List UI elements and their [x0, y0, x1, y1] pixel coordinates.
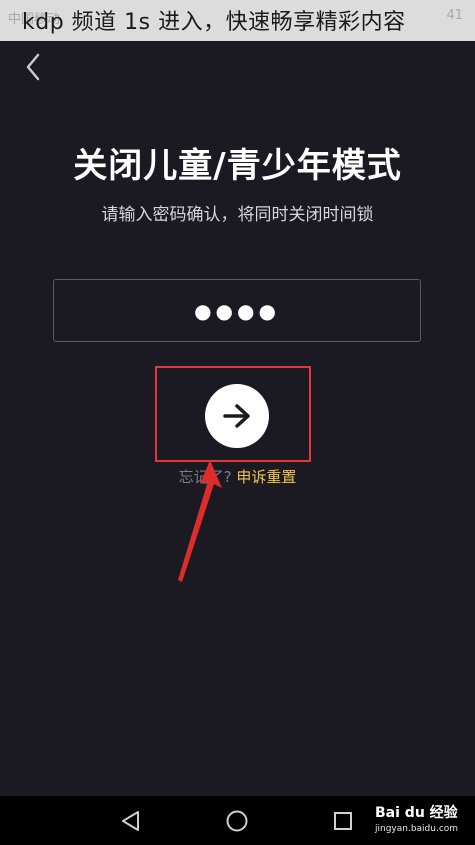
chevron-left-icon — [26, 53, 40, 81]
banner-title: kdp 频道 1s 进入，快速畅享精彩内容 — [22, 10, 406, 35]
nav-back-button[interactable] — [116, 806, 146, 836]
forgot-row: 忘记了? 申诉重置 — [0, 466, 475, 487]
reset-link[interactable]: 申诉重置 — [236, 468, 296, 486]
back-button[interactable] — [18, 50, 48, 84]
circle-home-icon — [226, 810, 248, 832]
square-recent-icon — [334, 812, 352, 830]
top-banner: 中国移动 ⏲ 41 kdp 频道 1s 进入，快速畅享精彩内容 — [0, 0, 475, 41]
page-title: 关闭儿童/青少年模式 — [73, 146, 402, 186]
triangle-back-icon — [122, 811, 139, 831]
watermark-url: jingyan.baidu.com — [375, 824, 459, 834]
status-time: 41 — [446, 8, 463, 23]
arrow-right-icon — [223, 404, 250, 428]
password-field[interactable]: ●●●● — [53, 279, 421, 342]
page-subtitle: 请输入密码确认，将同时关闭时间锁 — [101, 205, 374, 225]
nav-home-button[interactable] — [222, 806, 252, 836]
confirm-button[interactable] — [205, 384, 269, 448]
watermark: Bai du 经验 jingyan.baidu.com — [375, 802, 465, 842]
bottom-nav: Bai du 经验 jingyan.baidu.com — [0, 796, 475, 845]
annotation-arrow-icon — [178, 460, 222, 582]
nav-recent-button[interactable] — [328, 806, 358, 836]
watermark-brand: Bai du 经验 — [375, 805, 458, 821]
password-masked-value: ●●●● — [194, 298, 280, 323]
